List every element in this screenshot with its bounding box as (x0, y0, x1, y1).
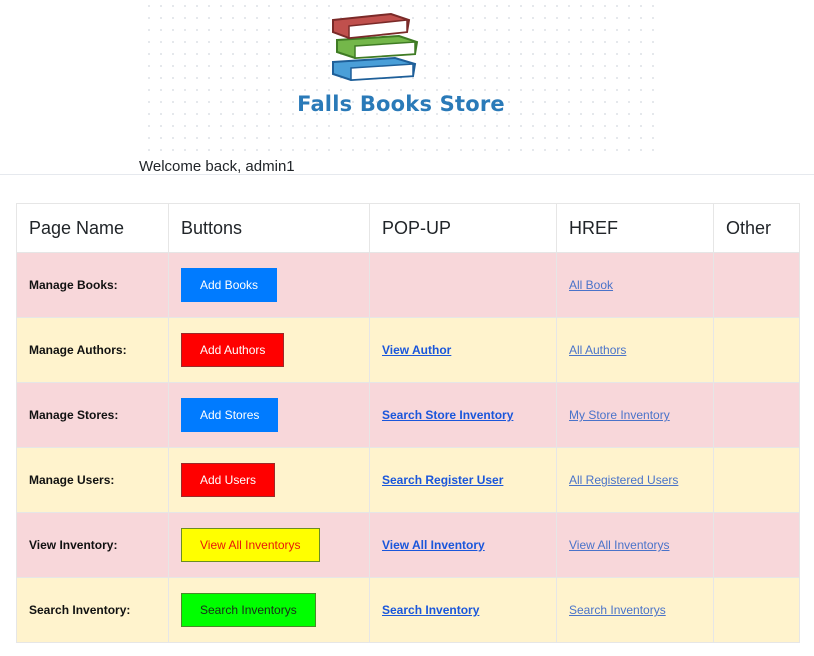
popup-cell: View All Inventory (369, 512, 557, 578)
table-row-manage-users: Manage Users: Add Users Search Register … (16, 447, 800, 513)
href-cell: All Registered Users (556, 447, 714, 513)
my-store-inventory-link[interactable]: My Store Inventory (569, 408, 670, 422)
view-all-inventorys-button[interactable]: View All Inventorys (181, 528, 320, 562)
table-row-manage-authors: Manage Authors: Add Authors View Author … (16, 317, 800, 383)
table-row-search-inventory: Search Inventory: Search Inventorys Sear… (16, 577, 800, 643)
page-name-cell: Manage Stores: (16, 382, 169, 448)
navigation-table: Page Name Buttons POP-UP HREF Other Mana… (16, 203, 800, 643)
column-header-other: Other (713, 203, 800, 253)
button-cell: Add Users (168, 447, 370, 513)
other-cell (713, 382, 800, 448)
href-cell: Search Inventorys (556, 577, 714, 643)
table-header-row: Page Name Buttons POP-UP HREF Other (16, 203, 800, 253)
other-cell (713, 577, 800, 643)
popup-cell: Search Register User (369, 447, 557, 513)
search-store-inventory-popup-link[interactable]: Search Store Inventory (382, 408, 513, 422)
href-cell: All Book (556, 252, 714, 318)
all-book-link[interactable]: All Book (569, 278, 613, 292)
popup-cell: Search Inventory (369, 577, 557, 643)
other-cell (713, 317, 800, 383)
popup-cell: Search Store Inventory (369, 382, 557, 448)
view-all-inventorys-link[interactable]: View All Inventorys (569, 538, 670, 552)
href-cell: All Authors (556, 317, 714, 383)
popup-cell: View Author (369, 317, 557, 383)
all-authors-link[interactable]: All Authors (569, 343, 626, 357)
add-users-button[interactable]: Add Users (181, 463, 276, 497)
search-register-user-popup-link[interactable]: Search Register User (382, 473, 503, 487)
add-authors-button[interactable]: Add Authors (181, 333, 285, 367)
page-name-cell: Manage Authors: (16, 317, 169, 383)
button-cell: Add Authors (168, 317, 370, 383)
page-name-cell: Manage Users: (16, 447, 169, 513)
href-cell: My Store Inventory (556, 382, 714, 448)
view-author-popup-link[interactable]: View Author (382, 343, 451, 357)
welcome-message: Welcome back, admin1 (139, 158, 295, 175)
view-all-inventory-popup-link[interactable]: View All Inventory (382, 538, 485, 552)
column-header-popup: POP-UP (369, 203, 557, 253)
header-divider (0, 174, 814, 175)
page-name-cell: View Inventory: (16, 512, 169, 578)
search-inventorys-link[interactable]: Search Inventorys (569, 603, 666, 617)
column-header-buttons: Buttons (168, 203, 370, 253)
store-logo[interactable]: Falls Books Store (143, 0, 663, 160)
column-header-page-name: Page Name (16, 203, 169, 253)
page-name-cell: Manage Books: (16, 252, 169, 318)
button-cell: Search Inventorys (168, 577, 370, 643)
other-cell (713, 447, 800, 513)
button-cell: Add Books (168, 252, 370, 318)
column-header-href: HREF (556, 203, 714, 253)
add-stores-button[interactable]: Add Stores (181, 398, 279, 432)
page-name-cell: Search Inventory: (16, 577, 169, 643)
add-books-button[interactable]: Add Books (181, 268, 278, 302)
search-inventory-popup-link[interactable]: Search Inventory (382, 603, 479, 617)
search-inventorys-button[interactable]: Search Inventorys (181, 593, 316, 627)
table-row-manage-books: Manage Books: Add Books All Book (16, 252, 800, 318)
logo-text: Falls Books Store (297, 92, 505, 116)
button-cell: Add Stores (168, 382, 370, 448)
table-row-view-inventory: View Inventory: View All Inventorys View… (16, 512, 800, 578)
other-cell (713, 512, 800, 578)
other-cell (713, 252, 800, 318)
button-cell: View All Inventorys (168, 512, 370, 578)
popup-cell (369, 252, 557, 318)
href-cell: View All Inventorys (556, 512, 714, 578)
table-row-manage-stores: Manage Stores: Add Stores Search Store I… (16, 382, 800, 448)
books-stack-icon (332, 12, 419, 82)
all-registered-users-link[interactable]: All Registered Users (569, 473, 678, 487)
